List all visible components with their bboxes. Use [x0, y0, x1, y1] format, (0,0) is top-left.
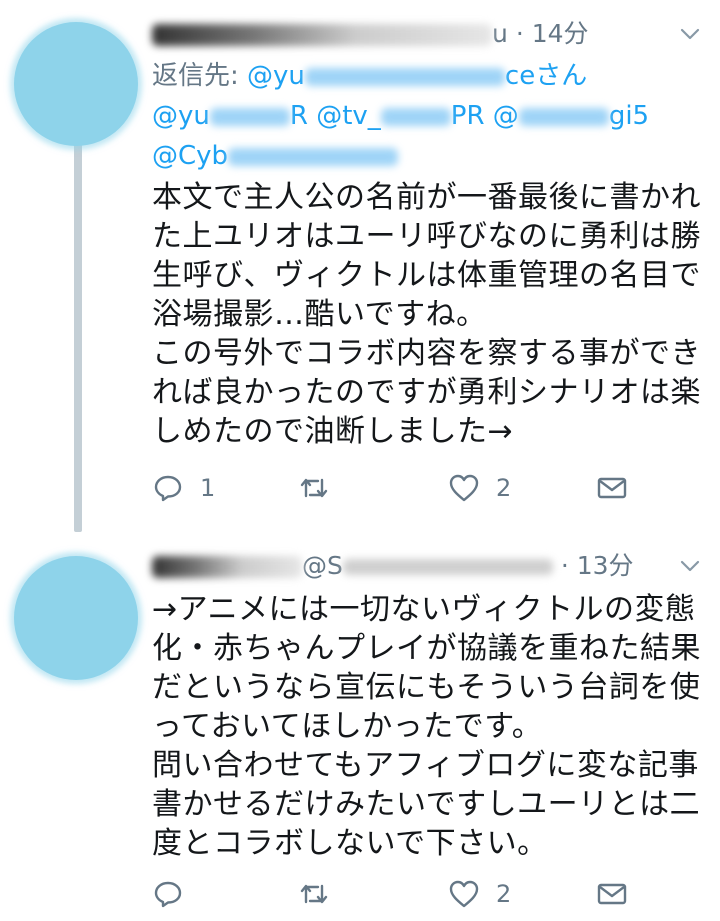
tweet-actions: 1 2: [152, 468, 632, 508]
retweet-button[interactable]: [298, 874, 346, 914]
tweet-header: @S · 13分: [152, 548, 706, 584]
reply-button[interactable]: [152, 874, 200, 914]
timestamp[interactable]: · 13分: [561, 551, 634, 580]
reply-icon: [154, 881, 182, 908]
reply-icon: [154, 475, 182, 502]
tweet-text: 本文で主人公の名前が一番最後に書かれ た上ユリオはユーリ呼びなのに勇利は勝 生呼…: [152, 180, 701, 449]
mention-list[interactable]: @Cyb: [152, 136, 706, 176]
heart-icon: [449, 474, 479, 502]
like-count: 2: [496, 880, 512, 908]
reply-button[interactable]: 1: [152, 468, 215, 508]
tweet-actions: 2: [152, 874, 632, 914]
direct-message-button[interactable]: [596, 468, 628, 508]
blurred-user-name[interactable]: [152, 24, 492, 46]
timestamp[interactable]: · 14分: [516, 19, 589, 48]
retweet-icon: [300, 884, 328, 904]
avatar[interactable]: [14, 22, 138, 146]
avatar[interactable]: [14, 556, 138, 680]
chevron-down-icon[interactable]: [678, 554, 702, 578]
chevron-down-icon[interactable]: [678, 22, 702, 46]
envelope-icon: [597, 477, 627, 499]
user-handle[interactable]: @S: [302, 551, 553, 580]
user-handle[interactable]: u: [492, 19, 508, 48]
like-button[interactable]: 2: [448, 874, 511, 914]
blurred-user-name[interactable]: [152, 556, 302, 578]
direct-message-button[interactable]: [596, 874, 628, 914]
reply-to-line: 返信先: @yu ceさん: [152, 56, 706, 96]
retweet-button[interactable]: [298, 468, 346, 508]
like-button[interactable]: 2: [448, 468, 511, 508]
tweet-text: →アニメには一切ないヴィクトルの変態 化・赤ちゃんプレイが協議を重ねた結果 だと…: [152, 592, 701, 861]
reply-to-label: 返信先:: [152, 61, 239, 91]
mention-list[interactable]: @yu R @tv_ PR @ gi5: [152, 96, 706, 136]
envelope-icon: [597, 883, 627, 905]
reply-count: 1: [200, 474, 216, 502]
thread-line: [74, 120, 82, 532]
like-count: 2: [496, 474, 512, 502]
mention-link[interactable]: @yu ceさん: [247, 61, 587, 91]
tweet-header: u · 14分: [152, 16, 706, 52]
heart-icon: [449, 880, 479, 908]
retweet-icon: [300, 478, 328, 498]
